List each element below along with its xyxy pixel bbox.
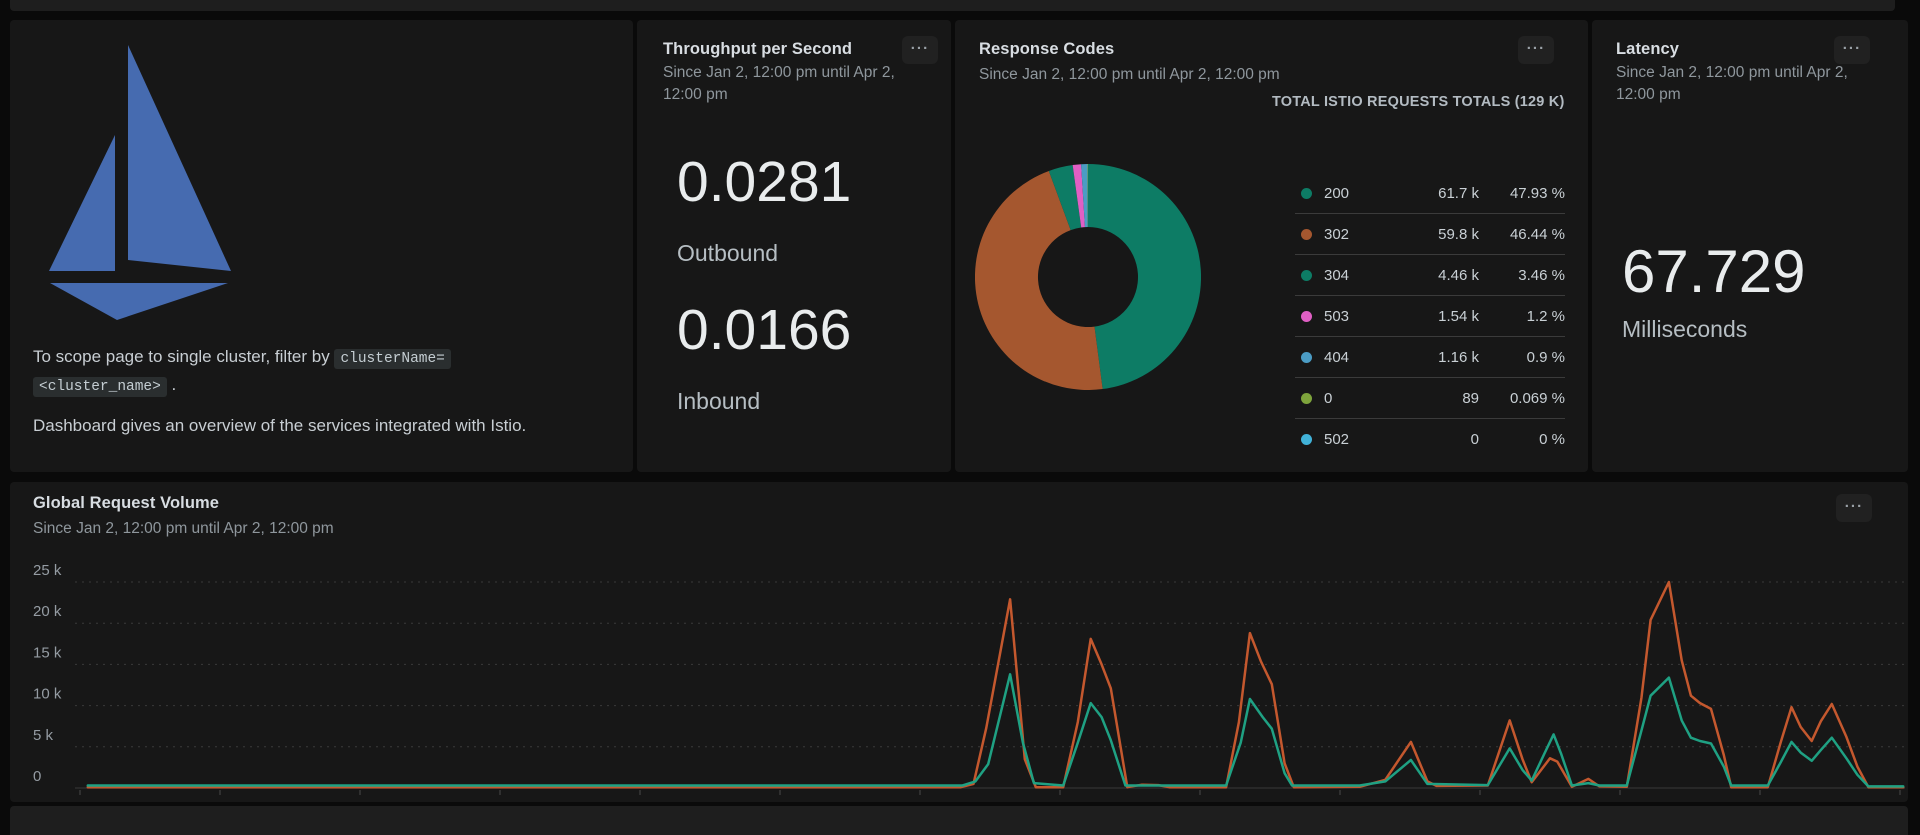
latency-title: Latency — [1616, 40, 1680, 58]
legend-code: 503 — [1324, 307, 1350, 325]
y-axis-label: 0 — [33, 768, 41, 785]
scope-text-suffix: . — [166, 375, 177, 395]
scope-instruction-text: To scope page to single cluster, filter … — [33, 343, 513, 399]
latency-menu-button[interactable]: ... — [1834, 36, 1870, 64]
response-codes-donut — [975, 164, 1201, 390]
legend-code: 200 — [1324, 184, 1350, 202]
legend-dot-404 — [1301, 351, 1312, 363]
legend-row-0[interactable]: 0 89 0.069 % — [1295, 378, 1565, 419]
cluster-name-code-2: <cluster_name> — [33, 377, 167, 398]
latency-unit-label: Milliseconds — [1622, 316, 1748, 342]
response-codes-panel: Response Codes Since Jan 2, 12:00 pm unt… — [955, 20, 1588, 472]
y-axis-label: 5 k — [33, 727, 54, 744]
throughput-menu-button[interactable]: ... — [902, 36, 938, 64]
line-series-orange — [86, 580, 1905, 789]
y-axis-label: 25 k — [33, 562, 62, 579]
legend-count: 89 — [1462, 389, 1479, 407]
cluster-name-code: clusterName= — [334, 349, 451, 369]
scope-text-prefix: To scope page to single cluster, filter … — [33, 347, 335, 366]
istio-logo-hull — [50, 283, 228, 320]
legend-count: 59.8 k — [1438, 225, 1479, 243]
legend-dot-304 — [1301, 269, 1312, 281]
top-panel-strip — [10, 0, 1895, 11]
legend-percent: 0.9 % — [1526, 348, 1565, 366]
y-axis-label: 15 k — [33, 644, 62, 661]
legend-percent: 46.44 % — [1509, 225, 1565, 243]
legend-count: 0 — [1470, 430, 1479, 448]
legend-row-503[interactable]: 503 1.54 k 1.2 % — [1295, 296, 1565, 337]
legend-dot-302 — [1301, 228, 1312, 240]
legend-count: 1.54 k — [1438, 307, 1479, 325]
legend-count: 61.7 k — [1438, 184, 1479, 202]
dashboard-description-text: Dashboard gives an overview of the servi… — [33, 416, 527, 435]
legend-percent: 0.069 % — [1509, 389, 1565, 407]
legend-percent: 1.2 % — [1526, 307, 1565, 325]
throughput-subtitle: Since Jan 2, 12:00 pm until Apr 2, 12:00… — [663, 64, 895, 104]
legend-count: 4.46 k — [1438, 266, 1479, 284]
response-codes-menu-button[interactable]: ... — [1518, 36, 1554, 64]
requests-table-title: TOTAL ISTIO REQUESTS TOTALS (129 K) — [1272, 94, 1565, 110]
inbound-label: Inbound — [677, 388, 761, 414]
response-codes-legend: 200 61.7 k 47.93 % 302 59.8 k 46.44 % 304 4.46 … — [1295, 173, 1565, 459]
istio-logo-main-sail — [128, 45, 231, 271]
legend-percent: 3.46 % — [1518, 266, 1565, 284]
istio-info-panel: To scope page to single cluster, filter … — [10, 20, 633, 472]
legend-row-200[interactable]: 200 61.7 k 47.93 % — [1295, 173, 1565, 214]
latency-subtitle: Since Jan 2, 12:00 pm until Apr 2, 12:00… — [1616, 64, 1848, 104]
inbound-value: 0.0166 — [677, 298, 852, 362]
legend-dot-0 — [1301, 392, 1312, 404]
legend-percent: 47.93 % — [1509, 184, 1565, 202]
response-codes-subtitle: Since Jan 2, 12:00 pm until Apr 2, 12:00… — [979, 66, 1280, 83]
response-codes-title: Response Codes — [979, 40, 1115, 58]
global-request-volume-panel: Global Request Volume Since Jan 2, 12:00… — [10, 482, 1908, 802]
legend-count: 1.16 k — [1438, 348, 1479, 366]
y-axis-label: 20 k — [33, 603, 62, 620]
bottom-panel-strip — [10, 806, 1908, 835]
outbound-label: Outbound — [677, 240, 779, 266]
legend-row-404[interactable]: 404 1.16 k 0.9 % — [1295, 337, 1565, 378]
istio-logo — [49, 45, 231, 320]
legend-row-304[interactable]: 304 4.46 k 3.46 % — [1295, 255, 1565, 296]
legend-code: 304 — [1324, 266, 1350, 284]
donut-slice-200[interactable] — [1088, 164, 1201, 390]
outbound-value: 0.0281 — [677, 150, 852, 214]
legend-dot-503 — [1301, 310, 1312, 322]
legend-code: 0 — [1324, 389, 1333, 407]
istio-logo-jib-sail — [49, 135, 115, 271]
y-axis-label: 10 k — [33, 686, 62, 703]
legend-code: 404 — [1324, 348, 1350, 366]
throughput-title: Throughput per Second — [663, 40, 853, 58]
legend-row-302[interactable]: 302 59.8 k 46.44 % — [1295, 214, 1565, 255]
legend-percent: 0 % — [1539, 430, 1565, 448]
legend-row-502[interactable]: 502 0 0 % — [1295, 419, 1565, 459]
global-request-volume-chart: 25 k 20 k 15 k 10 k 5 k 0 — [33, 562, 1905, 795]
latency-value: 67.729 — [1622, 238, 1806, 305]
throughput-panel: Throughput per Second Since Jan 2, 12:00… — [637, 20, 951, 472]
legend-code: 302 — [1324, 225, 1350, 243]
latency-panel: Latency Since Jan 2, 12:00 pm until Apr … — [1592, 20, 1908, 472]
line-series-teal — [86, 673, 1905, 788]
legend-dot-200 — [1301, 187, 1312, 199]
legend-dot-502 — [1301, 433, 1312, 445]
legend-code: 502 — [1324, 430, 1350, 448]
